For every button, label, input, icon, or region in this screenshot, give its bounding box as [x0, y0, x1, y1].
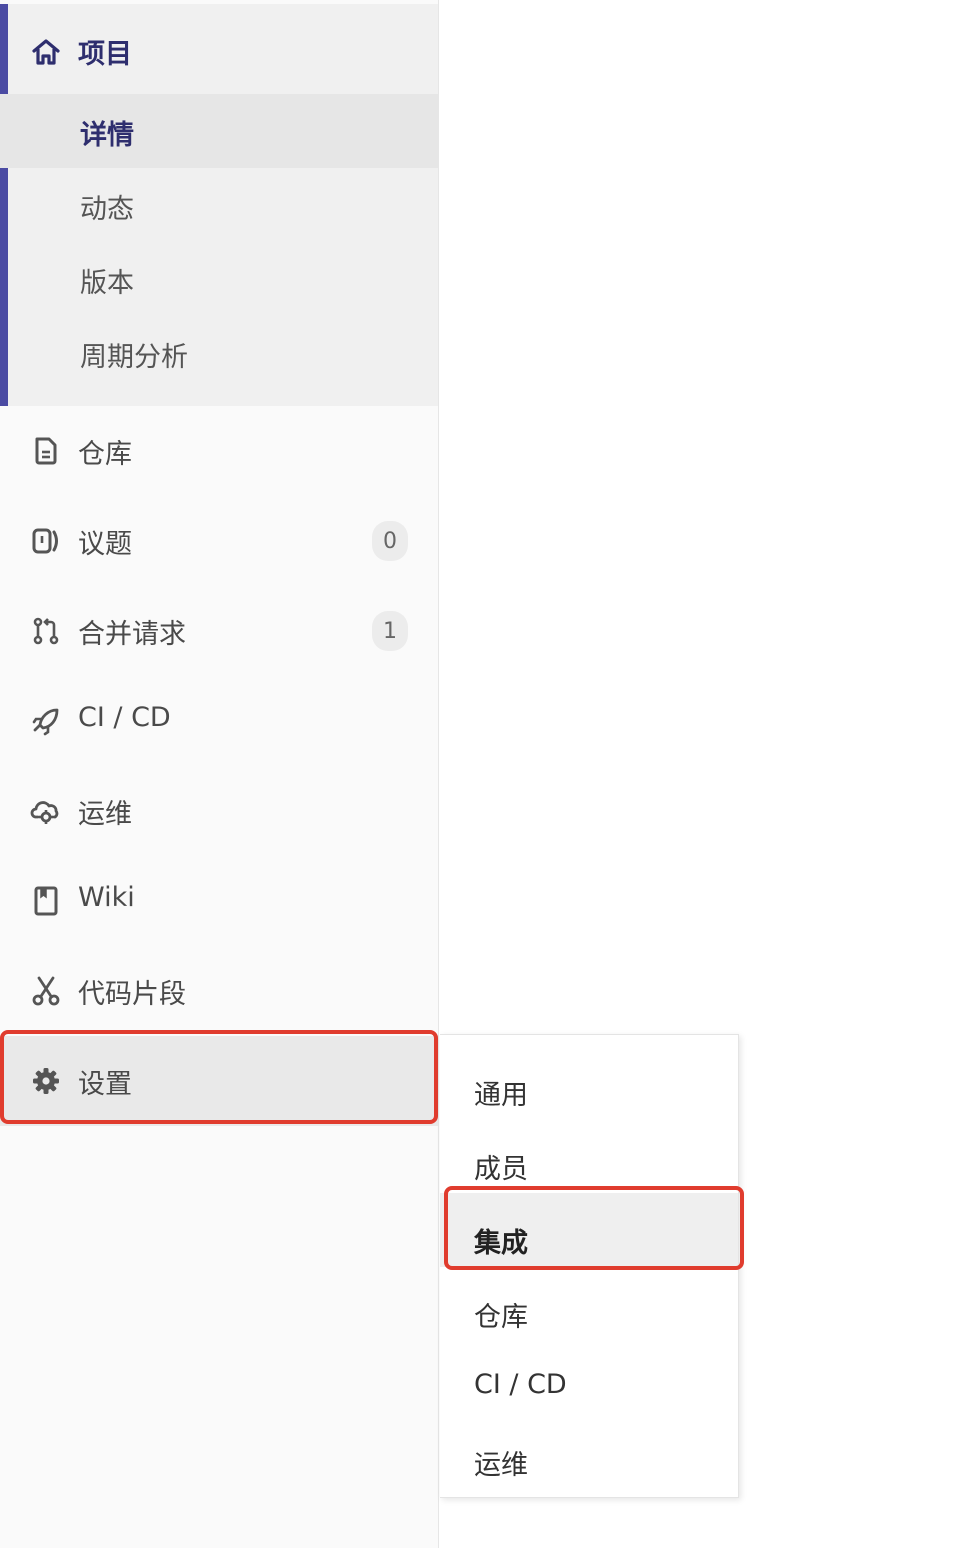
scissors-icon	[30, 975, 62, 1007]
project-section: 项目 详情 动态 版本 周期分析	[0, 4, 438, 406]
sidebar-subitem-releases[interactable]: 版本	[0, 242, 438, 316]
merge-requests-count-badge: 1	[372, 611, 408, 651]
flyout-item-label: 运维	[474, 1450, 528, 1481]
rocket-icon	[30, 705, 62, 737]
flyout-item-label: 集成	[474, 1228, 528, 1259]
sidebar-subitem-cycle-analytics[interactable]: 周期分析	[0, 316, 438, 390]
sidebar-item-operations[interactable]: 运维	[0, 766, 438, 856]
sidebar-item-label: 议题	[78, 529, 132, 560]
sidebar-subitem-activity[interactable]: 动态	[0, 168, 438, 242]
sidebar-subitem-details[interactable]: 详情	[0, 94, 438, 168]
sidebar-item-project[interactable]: 项目	[0, 4, 438, 94]
sidebar-item-snippets[interactable]: 代码片段	[0, 946, 438, 1036]
sidebar-item-label: 设置	[78, 1069, 132, 1100]
sidebar-item-wiki[interactable]: Wiki	[0, 856, 438, 946]
sidebar-subitem-label: 版本	[80, 268, 134, 299]
sidebar-item-settings[interactable]: 设置	[0, 1036, 438, 1126]
sidebar-item-label: 合并请求	[78, 619, 186, 650]
flyout-item-operations[interactable]: 运维	[440, 1415, 738, 1489]
flyout-item-label: 成员	[474, 1154, 528, 1185]
sidebar-subitem-label: 动态	[80, 194, 134, 225]
sidebar-subitem-label: 详情	[80, 120, 134, 151]
sidebar-item-issues[interactable]: 议题 0	[0, 496, 438, 586]
sidebar-item-label: 项目	[78, 39, 132, 70]
sidebar-item-label: Wiki	[78, 882, 135, 913]
sidebar-item-label: 仓库	[78, 439, 132, 470]
flyout-item-repository[interactable]: 仓库	[440, 1267, 738, 1341]
flyout-item-integrations[interactable]: 集成	[440, 1193, 738, 1267]
home-icon	[30, 36, 62, 68]
flyout-item-label: 仓库	[474, 1302, 528, 1333]
cloud-gear-icon	[30, 795, 62, 827]
sidebar-subitem-label: 周期分析	[80, 342, 188, 373]
file-icon	[30, 435, 62, 467]
sidebar-item-ci-cd[interactable]: CI / CD	[0, 676, 438, 766]
flyout-item-ci-cd[interactable]: CI / CD	[440, 1341, 738, 1415]
sidebar: 项目 详情 动态 版本 周期分析 仓库 议题 0 合并请求 1 CI / CD …	[0, 0, 439, 1548]
sidebar-item-label: CI / CD	[78, 702, 171, 733]
book-icon	[30, 885, 62, 917]
merge-request-icon	[30, 615, 62, 647]
flyout-item-members[interactable]: 成员	[440, 1119, 738, 1193]
flyout-item-label: CI / CD	[474, 1369, 567, 1400]
issues-count-badge: 0	[372, 521, 408, 561]
sidebar-item-label: 运维	[78, 799, 132, 830]
flyout-item-general[interactable]: 通用	[440, 1045, 738, 1119]
sidebar-item-merge-requests[interactable]: 合并请求 1	[0, 586, 438, 676]
gear-icon	[30, 1065, 62, 1097]
flyout-item-label: 通用	[474, 1080, 528, 1111]
sidebar-item-repository[interactable]: 仓库	[0, 406, 438, 496]
sidebar-item-label: 代码片段	[78, 979, 186, 1010]
settings-flyout-menu: 通用 成员 集成 仓库 CI / CD 运维	[440, 1034, 739, 1498]
issues-icon	[30, 525, 62, 557]
